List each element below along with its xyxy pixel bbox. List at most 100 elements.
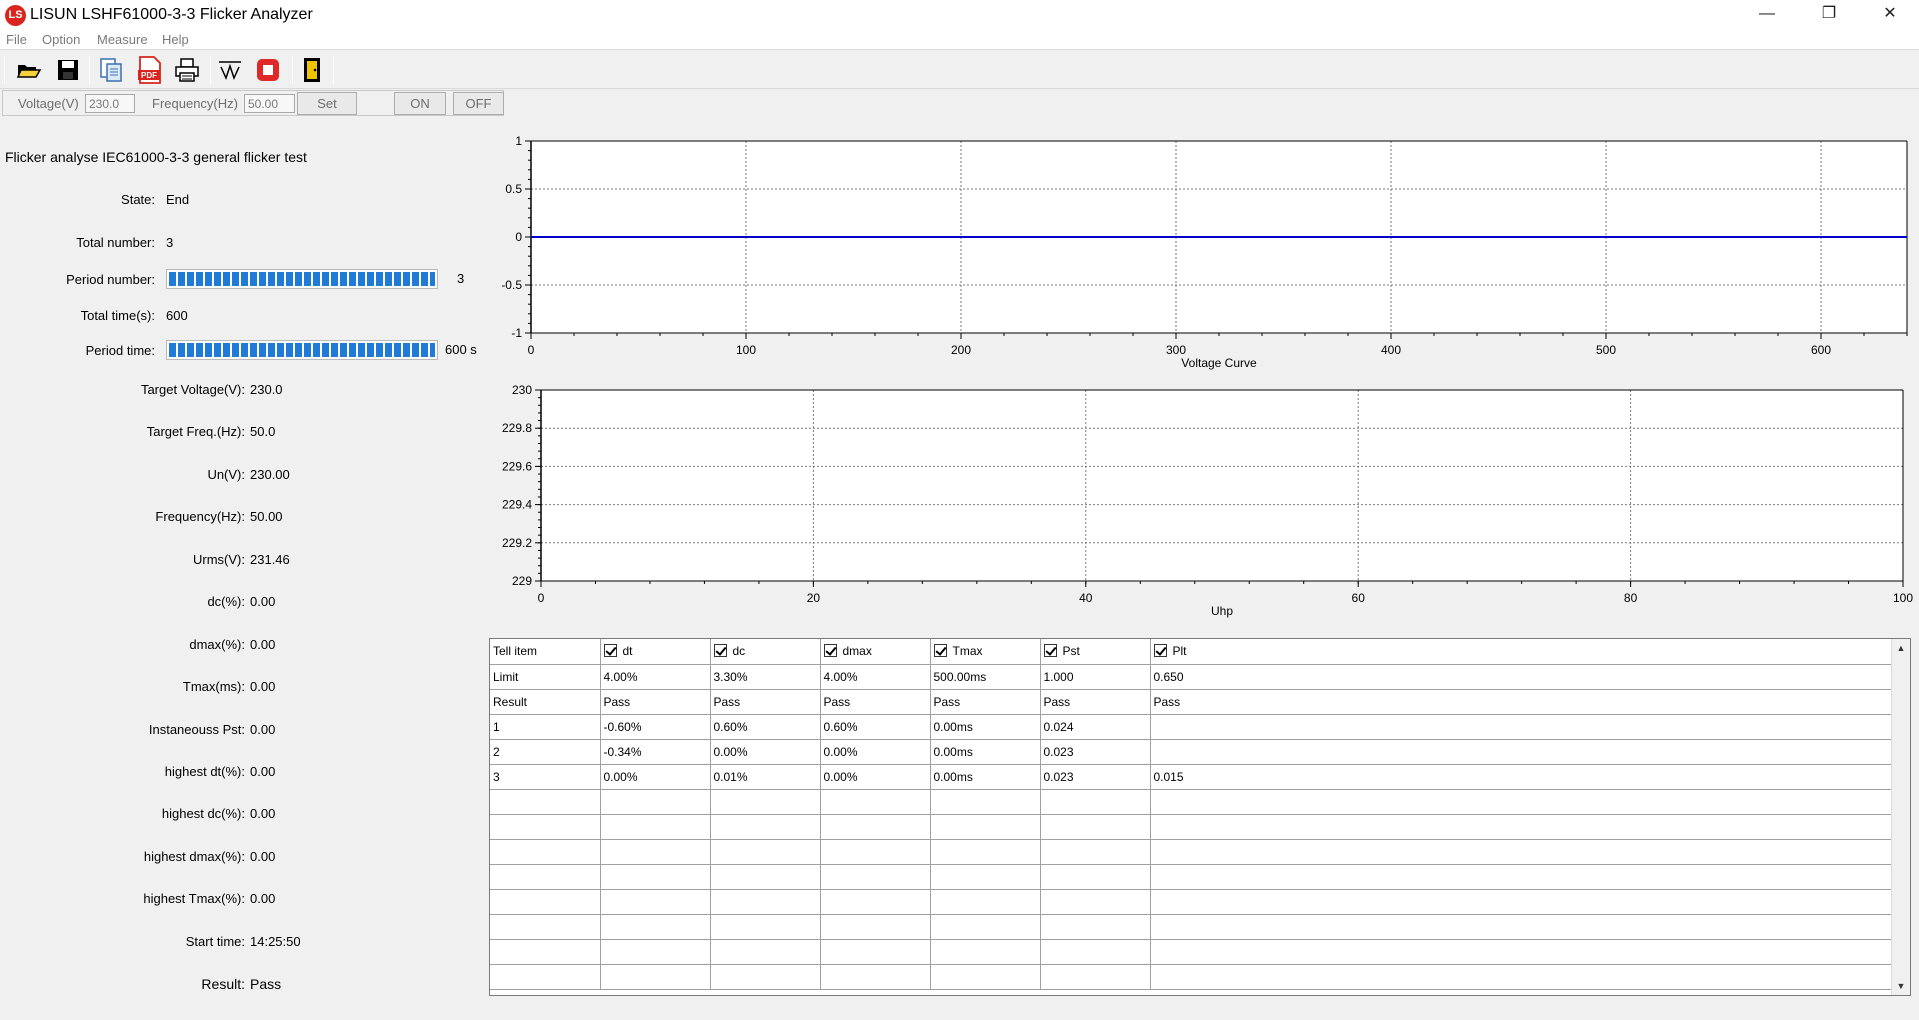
info-value: 0.00 (250, 849, 276, 864)
info-row-tmax: Tmax(ms): 0.00 (0, 677, 485, 697)
menu-help[interactable]: Help (162, 32, 189, 47)
x-tick-label: 500 (1596, 343, 1616, 357)
info-row-dc: dc(%): 0.00 (0, 592, 485, 612)
y-tick-label: 229.6 (502, 459, 532, 473)
plot-area (541, 390, 1903, 581)
print-icon[interactable] (171, 55, 203, 85)
total-number-value: 3 (166, 235, 174, 250)
results-table-body: Tell item dt dc dmax Tmax Pst Plt Limit 4.00% 3.3… (490, 639, 1893, 990)
voltage-input[interactable] (85, 94, 135, 113)
table-cell (1040, 789, 1151, 815)
table-header-cell[interactable]: Plt (1150, 639, 1893, 665)
y-tick-label: 1 (515, 135, 522, 148)
table-cell (820, 964, 931, 990)
scroll-down-arrow-icon[interactable]: ▼ (1892, 977, 1910, 995)
pdf-label: PDF (141, 71, 157, 80)
table-cell (490, 914, 601, 940)
off-button[interactable]: OFF (453, 92, 504, 115)
x-axis-label: Voltage Curve (1181, 356, 1257, 370)
x-tick-label: 400 (1381, 343, 1401, 357)
column-checkbox-checked-icon[interactable] (713, 644, 727, 658)
table-cell (930, 964, 1041, 990)
table-cell: 0.650 (1150, 664, 1893, 690)
set-button[interactable]: Set (297, 92, 357, 115)
toolbar-separator (89, 56, 90, 84)
info-row-highest-tmax: highest Tmax(%): 0.00 (0, 889, 485, 909)
table-header-row: Tell item dt dc dmax Tmax Pst Plt (490, 639, 1893, 665)
pdf-export-icon[interactable]: PDF (134, 55, 166, 85)
empty-table-row (490, 864, 1893, 890)
info-value: 231.46 (250, 552, 290, 567)
scroll-up-arrow-icon[interactable]: ▲ (1892, 639, 1910, 657)
y-tick-label: 0.5 (505, 182, 522, 196)
close-button[interactable]: ✕ (1860, 0, 1919, 30)
period-number-value: 3 (457, 271, 465, 286)
waveform-icon[interactable] (214, 55, 246, 85)
table-cell (710, 789, 821, 815)
column-header-label: dt (622, 644, 633, 659)
table-header-cell[interactable]: Tmax (930, 639, 1041, 665)
save-disk-icon[interactable] (52, 55, 84, 85)
empty-table-row (490, 964, 1893, 990)
table-header-cell[interactable]: dc (710, 639, 821, 665)
table-cell (1150, 914, 1893, 940)
table-cell (820, 839, 931, 865)
table-header-cell[interactable]: Pst (1040, 639, 1151, 665)
x-tick-label: 80 (1624, 591, 1638, 605)
menu-file[interactable]: File (6, 32, 27, 47)
table-header-cell[interactable]: dmax (820, 639, 931, 665)
info-value: 230.0 (250, 382, 283, 397)
restore-button[interactable]: ❐ (1799, 0, 1859, 30)
table-cell (1150, 814, 1893, 840)
exit-door-icon[interactable] (296, 55, 328, 85)
info-value: 50.0 (250, 424, 276, 439)
table-cell (490, 839, 601, 865)
info-value: 0.00 (250, 722, 276, 737)
column-checkbox-checked-icon[interactable] (1153, 644, 1167, 658)
results-grid: Tell item dt dc dmax Tmax Pst Plt Limit 4.00% 3.3… (490, 639, 1893, 990)
info-row-target-freq: Target Freq.(Hz): 50.0 (0, 422, 485, 442)
table-cell (930, 914, 1041, 940)
table-header-cell[interactable]: dt (600, 639, 711, 665)
table-cell: 0.00ms (930, 714, 1041, 740)
info-label: Un(V): (207, 467, 245, 482)
open-folder-icon[interactable] (13, 55, 45, 85)
y-tick-label: -1 (511, 326, 522, 340)
document-copy-icon[interactable] (95, 55, 127, 85)
table-cell (1150, 889, 1893, 915)
table-cell: 3.30% (710, 664, 821, 690)
table-cell (1040, 864, 1151, 890)
total-number-row: Total number: 3 (0, 233, 485, 253)
table-cell (490, 964, 601, 990)
table-cell (820, 814, 931, 840)
column-checkbox-checked-icon[interactable] (823, 644, 837, 658)
info-value: 0.00 (250, 679, 276, 694)
table-cell (820, 789, 931, 815)
menu-measure[interactable]: Measure (97, 32, 148, 47)
table-cell: -0.34% (600, 739, 711, 765)
column-checkbox-checked-icon[interactable] (933, 644, 947, 658)
table-cell (1040, 889, 1151, 915)
table-cell (1150, 939, 1893, 965)
table-cell (490, 789, 601, 815)
table-cell: Result (490, 689, 601, 715)
table-cell (600, 789, 711, 815)
table-cell (820, 914, 931, 940)
x-axis-label: Uhp (1211, 604, 1233, 618)
minimize-button[interactable]: — (1737, 0, 1797, 30)
on-button[interactable]: ON (394, 92, 446, 115)
table-cell (490, 814, 601, 840)
toolbar-separator (292, 56, 293, 84)
table-cell (930, 864, 1041, 890)
column-checkbox-checked-icon[interactable] (1043, 644, 1057, 658)
info-label: Target Freq.(Hz): (146, 424, 245, 439)
menu-option[interactable]: Option (42, 32, 80, 47)
table-scrollbar[interactable]: ▲ ▼ (1891, 639, 1910, 995)
period-number-progress (166, 269, 438, 289)
column-checkbox-checked-icon[interactable] (603, 644, 617, 658)
state-row: State: End (0, 190, 485, 210)
frequency-input[interactable] (244, 94, 295, 113)
table-cell: 0.00% (820, 764, 931, 790)
stop-icon[interactable] (252, 55, 284, 85)
period-time-label: Period time: (85, 343, 155, 358)
